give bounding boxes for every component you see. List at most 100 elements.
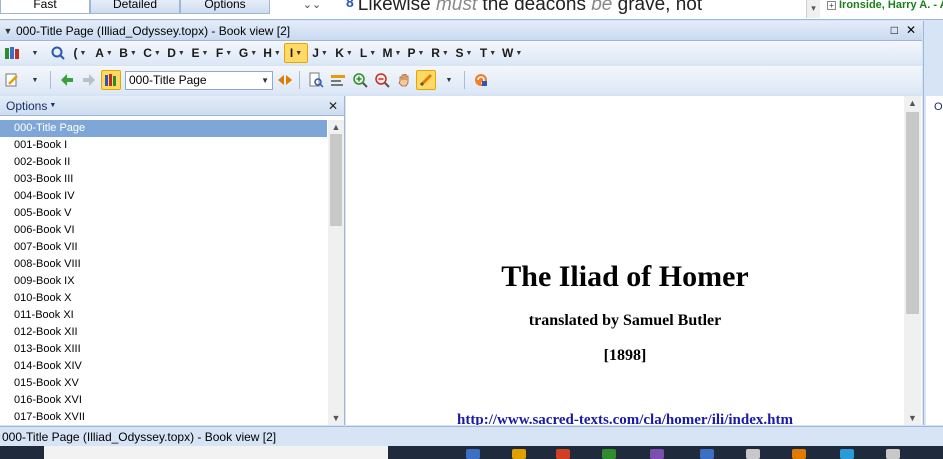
taskbar-search-box[interactable] <box>44 446 388 459</box>
letter-button-t[interactable]: T ▼ <box>476 43 500 63</box>
maximize-icon[interactable]: □ <box>891 23 898 37</box>
letter-button-p[interactable]: P ▼ <box>404 43 428 63</box>
letter-button-b[interactable]: B ▼ <box>116 43 140 63</box>
taskbar-app-icon[interactable] <box>650 449 664 459</box>
scroll-down-icon[interactable]: ▼ <box>904 411 921 425</box>
print-preview-icon[interactable] <box>306 70 326 90</box>
letter-button-a[interactable]: A ▼ <box>92 43 116 63</box>
verse-preview: 8 Likewise must the deacons be grave, not <box>346 0 806 20</box>
zoom-out-icon[interactable] <box>372 70 392 90</box>
list-item[interactable]: 008-Book VIII <box>0 256 327 273</box>
letter-label: J <box>312 46 319 60</box>
chevron-down-icon[interactable]: ▾ <box>806 0 820 18</box>
verse-number: 8 <box>346 0 354 10</box>
highlighter-pen-icon[interactable] <box>416 70 436 90</box>
verse-text-part: the deacons <box>477 0 592 15</box>
list-item[interactable]: 005-Book V <box>0 205 327 222</box>
letter-button-j[interactable]: J ▼ <box>308 43 332 63</box>
dropdown-caret-icon[interactable]: ▼ <box>436 70 460 90</box>
letter-button-d[interactable]: D ▼ <box>164 43 188 63</box>
list-item[interactable]: 006-Book VI <box>0 222 327 239</box>
forward-arrow-icon[interactable] <box>79 70 99 90</box>
prev-next-arrows-icon[interactable] <box>275 70 295 90</box>
letter-button-paren[interactable]: (▼ <box>68 43 92 63</box>
library-books-icon[interactable] <box>2 43 22 63</box>
book-list-toggle-icon[interactable] <box>101 70 121 90</box>
letter-button-w[interactable]: W ▼ <box>500 43 524 63</box>
dropdown-caret-icon[interactable]: ▼ <box>22 43 46 63</box>
close-icon[interactable]: ✕ <box>328 99 338 113</box>
xref-item[interactable]: + Ironside, Harry A. - A <box>824 0 943 18</box>
letter-button-l[interactable]: L ▼ <box>356 43 380 63</box>
zoom-in-icon[interactable] <box>350 70 370 90</box>
letter-button-f[interactable]: F ▼ <box>212 43 236 63</box>
taskbar-app-icon[interactable] <box>886 449 900 459</box>
scroll-up-icon[interactable]: ▲ <box>904 96 921 110</box>
list-item[interactable]: 000-Title Page <box>0 120 327 137</box>
book-view-title-bar: ▼ 000-Title Page (Illiad_Odyssey.topx) -… <box>0 21 922 41</box>
letter-button-h[interactable]: H ▼ <box>260 43 284 63</box>
status-bar: 000-Title Page (Illiad_Odyssey.topx) - B… <box>0 426 943 446</box>
taskbar-app-icon[interactable] <box>602 449 616 459</box>
letter-button-r[interactable]: R ▼ <box>428 43 452 63</box>
letter-button-m[interactable]: M ▼ <box>380 43 404 63</box>
search-book-icon[interactable] <box>48 43 68 63</box>
scroll-up-icon[interactable]: ▲ <box>328 120 344 134</box>
options-menu-button[interactable]: Options <box>6 99 47 113</box>
taskbar-app-icon[interactable] <box>512 449 526 459</box>
taskbar-app-icon[interactable] <box>700 449 714 459</box>
back-arrow-icon[interactable] <box>57 70 77 90</box>
list-item[interactable]: 010-Book X <box>0 290 327 307</box>
hand-pan-icon[interactable] <box>394 70 414 90</box>
book-subtitle: translated by Samuel Butler <box>528 312 722 329</box>
expand-plus-icon[interactable]: + <box>827 1 836 10</box>
list-item[interactable]: 007-Book VII <box>0 239 327 256</box>
taskbar-app-icon[interactable] <box>792 449 806 459</box>
tab-detailed[interactable]: Detailed <box>90 0 180 14</box>
taskbar-app-icon[interactable] <box>466 449 480 459</box>
list-item[interactable]: 002-Book II <box>0 154 327 171</box>
highlight-text-icon[interactable] <box>328 70 348 90</box>
list-item[interactable]: 003-Book III <box>0 171 327 188</box>
list-item[interactable]: 012-Book XII <box>0 324 327 341</box>
list-item[interactable]: 009-Book IX <box>0 273 327 290</box>
book-list-scrollbar[interactable]: ▲ ▼ <box>328 120 344 425</box>
taskbar-app-icon[interactable] <box>556 449 570 459</box>
tab-options[interactable]: Options <box>180 0 270 14</box>
letter-button-c[interactable]: C ▼ <box>140 43 164 63</box>
letter-button-g[interactable]: G ▼ <box>236 43 260 63</box>
content-scrollbar[interactable]: ▲ ▼ <box>904 96 921 425</box>
list-item[interactable]: 001-Book I <box>0 137 327 154</box>
os-taskbar <box>0 446 943 459</box>
scroll-thumb[interactable] <box>330 134 342 226</box>
tab-fast[interactable]: Fast <box>0 0 90 14</box>
letter-label: S <box>455 46 464 60</box>
letter-button-i[interactable]: I ▼ <box>284 43 308 63</box>
book-select[interactable]: 000-Title Page ▼ <box>125 70 273 90</box>
chevron-down-icon[interactable]: ▼ <box>49 102 56 109</box>
list-item[interactable]: 015-Book XV <box>0 375 327 392</box>
list-item[interactable]: 016-Book XVI <box>0 392 327 409</box>
double-chevron-down-icon[interactable]: ⌄⌄ <box>300 0 324 18</box>
source-link[interactable]: http://www.sacred-texts.com/cla/homer/il… <box>346 412 904 425</box>
list-item[interactable]: 011-Book XI <box>0 307 327 324</box>
taskbar-app-icon[interactable] <box>840 449 854 459</box>
letter-button-k[interactable]: K ▼ <box>332 43 356 63</box>
list-item[interactable]: 014-Book XIV <box>0 358 327 375</box>
scroll-thumb[interactable] <box>906 112 919 314</box>
taskbar-app-icon[interactable] <box>746 449 760 459</box>
close-icon[interactable]: ✕ <box>906 23 916 37</box>
list-item[interactable]: 004-Book IV <box>0 188 327 205</box>
window-menu-caret-icon[interactable]: ▼ <box>0 26 16 36</box>
list-item[interactable]: 013-Book XIII <box>0 341 327 358</box>
edit-pencil-icon[interactable] <box>2 70 22 90</box>
list-item[interactable]: 017-Book XVII <box>0 409 327 425</box>
letter-button-e[interactable]: E ▼ <box>188 43 212 63</box>
letter-label: W <box>502 46 514 60</box>
letter-button-s[interactable]: S ▼ <box>452 43 476 63</box>
sync-reload-icon[interactable] <box>471 70 491 90</box>
dropdown-caret-icon[interactable]: ▼ <box>22 70 46 90</box>
scroll-down-icon[interactable]: ▼ <box>328 411 344 425</box>
search-mode-tabs: Fast Detailed Options <box>0 0 270 14</box>
chevron-down-icon[interactable]: ▼ <box>261 72 269 89</box>
